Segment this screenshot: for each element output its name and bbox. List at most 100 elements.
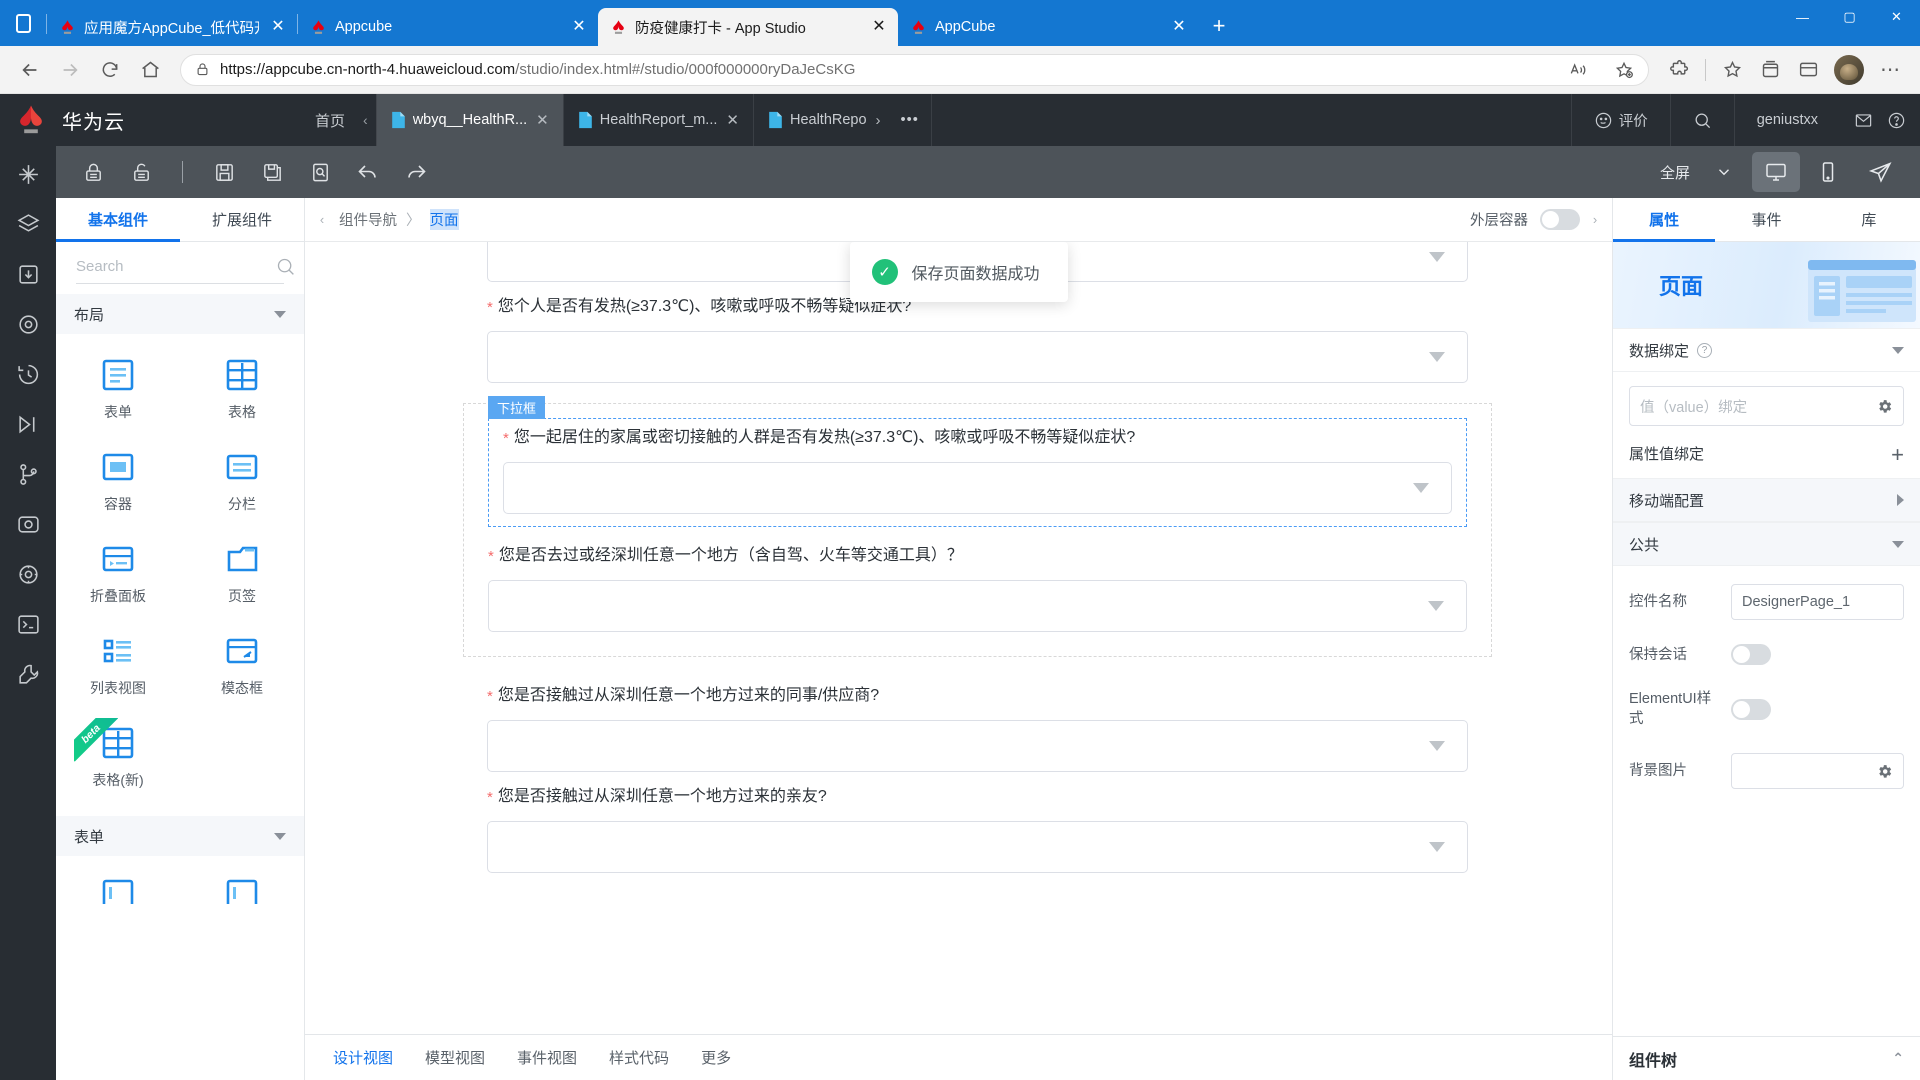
- reload-button[interactable]: [92, 52, 128, 88]
- desktop-view-button[interactable]: [1752, 152, 1800, 192]
- rail-item-tools-icon[interactable]: [14, 660, 42, 688]
- tab-model-view[interactable]: 模型视图: [413, 1047, 497, 1068]
- window-close-button[interactable]: ✕: [1873, 0, 1920, 34]
- control-name-input[interactable]: DesignerPage_1: [1731, 584, 1904, 620]
- dropdown-field-1[interactable]: [487, 331, 1468, 383]
- component-search-input[interactable]: [76, 258, 275, 275]
- chevron-down-icon[interactable]: [1428, 601, 1444, 611]
- dropdown-field-2[interactable]: [503, 462, 1452, 514]
- extensions-icon[interactable]: [1661, 52, 1697, 88]
- section-data-binding[interactable]: 数据绑定 ?: [1613, 328, 1920, 372]
- add-favorite-icon[interactable]: [1606, 52, 1642, 88]
- document-tab-2[interactable]: HealthRepo ›: [754, 94, 889, 146]
- component-tree-header[interactable]: 组件树 ⌃: [1613, 1036, 1920, 1080]
- chevron-down-icon[interactable]: [1892, 346, 1904, 354]
- save-icon[interactable]: [203, 153, 245, 191]
- read-aloud-icon[interactable]: [1560, 52, 1596, 88]
- tab-properties[interactable]: 属性: [1613, 198, 1716, 242]
- keep-session-toggle[interactable]: [1731, 644, 1771, 665]
- component-item-form[interactable]: 表单: [56, 350, 180, 442]
- search-icon[interactable]: [275, 256, 296, 277]
- chevron-down-icon[interactable]: [1413, 483, 1429, 493]
- component-item-partial-1[interactable]: [56, 870, 180, 904]
- browser-tab-1-close[interactable]: ✕: [267, 16, 289, 38]
- component-item-partial-2[interactable]: [180, 870, 304, 904]
- gear-icon[interactable]: [1876, 763, 1893, 780]
- component-item-modal[interactable]: 模态框: [180, 626, 304, 718]
- rail-item-branch-icon[interactable]: [14, 460, 42, 488]
- preview-icon[interactable]: [299, 153, 341, 191]
- chevron-up-icon[interactable]: ⌃: [1892, 1050, 1904, 1067]
- tab-more[interactable]: 更多: [689, 1047, 743, 1068]
- browser-tab-1[interactable]: 应用魔方AppCube_低代码开发平 ✕: [47, 8, 297, 46]
- dropdown-field-4[interactable]: [487, 720, 1468, 772]
- value-binding-input[interactable]: 值（value）绑定: [1629, 386, 1904, 426]
- chevron-down-icon[interactable]: [1429, 251, 1445, 262]
- chevron-down-icon[interactable]: [1892, 540, 1904, 548]
- component-item-list-view[interactable]: 列表视图: [56, 626, 180, 718]
- chevron-down-icon[interactable]: [274, 310, 286, 318]
- breadcrumb-current[interactable]: 页面: [429, 209, 459, 230]
- browser-tab-3[interactable]: 防疫健康打卡 - App Studio ✕: [598, 8, 898, 46]
- add-attr-binding-button[interactable]: +: [1891, 444, 1904, 466]
- tab-extension-components[interactable]: 扩展组件: [180, 198, 304, 241]
- document-tab-1[interactable]: HealthReport_m... ✕: [564, 94, 754, 146]
- tab-event-view[interactable]: 事件视图: [505, 1047, 589, 1068]
- window-minimize-button[interactable]: —: [1779, 0, 1826, 34]
- user-account[interactable]: geniustxx: [1733, 94, 1840, 146]
- tab-basic-components[interactable]: 基本组件: [56, 198, 180, 242]
- tab-style-code[interactable]: 样式代码: [597, 1047, 681, 1068]
- selected-dropdown-component[interactable]: 下拉框 * 您一起居住的家属或密切接触的人群是否有发热(≥37.3℃)、咳嗽或呼吸…: [488, 396, 1467, 527]
- tab-library[interactable]: 库: [1818, 198, 1920, 241]
- rail-item-assets-icon[interactable]: [14, 160, 42, 188]
- address-bar[interactable]: https://appcube.cn-north-4.huaweicloud.c…: [180, 52, 1649, 88]
- back-button[interactable]: [12, 52, 48, 88]
- tab-design-view[interactable]: 设计视图: [321, 1047, 405, 1068]
- header-home-link[interactable]: 首页: [305, 94, 355, 146]
- canvas-scroll-area[interactable]: ✓ 保存页面数据成功 * 您个人是否有发热(≥37.3℃)、咳嗽或呼吸不畅等疑似…: [305, 242, 1612, 1034]
- component-item-container[interactable]: 容器: [56, 442, 180, 534]
- component-item-table-new[interactable]: beta 表格(新): [56, 718, 180, 810]
- breadcrumb-scroll-left[interactable]: ‹: [311, 212, 333, 227]
- element-ui-toggle[interactable]: [1731, 698, 1771, 720]
- background-image-input[interactable]: [1731, 753, 1904, 789]
- chevron-down-icon[interactable]: [1429, 842, 1445, 852]
- dropdown-field-5[interactable]: [487, 821, 1468, 873]
- browser-settings-icon[interactable]: ⋯: [1872, 52, 1908, 88]
- component-item-tab-page[interactable]: 页签: [180, 534, 304, 626]
- tab-search-icon[interactable]: [0, 0, 46, 46]
- lock-icon[interactable]: [72, 153, 114, 191]
- rail-item-settings-gear-icon[interactable]: [14, 560, 42, 588]
- component-item-table[interactable]: 表格: [180, 350, 304, 442]
- chevron-right-icon[interactable]: [1897, 494, 1904, 506]
- document-tab-0-close[interactable]: ✕: [536, 111, 549, 129]
- publish-button[interactable]: [1856, 152, 1904, 192]
- breadcrumb-root[interactable]: 组件导航: [339, 209, 397, 230]
- chevron-down-icon[interactable]: [1429, 741, 1445, 751]
- rail-item-preview-eye-icon[interactable]: [14, 510, 42, 538]
- mobile-view-button[interactable]: [1804, 152, 1852, 192]
- browser-tab-2-close[interactable]: ✕: [568, 16, 590, 38]
- document-tab-1-close[interactable]: ✕: [726, 111, 739, 129]
- chevron-down-icon[interactable]: [1700, 152, 1748, 192]
- chevron-down-icon[interactable]: [274, 832, 286, 840]
- collections-icon[interactable]: [1752, 52, 1788, 88]
- rail-item-import-icon[interactable]: [14, 260, 42, 288]
- gear-icon[interactable]: [1876, 398, 1893, 415]
- outer-container-toggle[interactable]: [1540, 209, 1580, 230]
- rail-item-layers-icon[interactable]: [14, 210, 42, 238]
- browser-tab-4-close[interactable]: ✕: [1168, 16, 1190, 38]
- new-tab-button[interactable]: +: [1202, 9, 1236, 43]
- document-tab-2-scroll-right[interactable]: ›: [876, 112, 881, 129]
- unlock-icon[interactable]: [120, 153, 162, 191]
- home-button[interactable]: [132, 52, 168, 88]
- forward-button[interactable]: [52, 52, 88, 88]
- browser-tab-3-close[interactable]: ✕: [868, 16, 890, 38]
- rail-item-history-icon[interactable]: [14, 360, 42, 388]
- feedback-button[interactable]: 评价: [1570, 94, 1670, 146]
- browser-tab-2[interactable]: Appcube ✕: [298, 8, 598, 46]
- component-item-columns[interactable]: 分栏: [180, 442, 304, 534]
- global-search-button[interactable]: [1669, 94, 1734, 146]
- component-group-layout[interactable]: 布局: [56, 294, 304, 334]
- fullscreen-label[interactable]: 全屏: [1660, 162, 1690, 183]
